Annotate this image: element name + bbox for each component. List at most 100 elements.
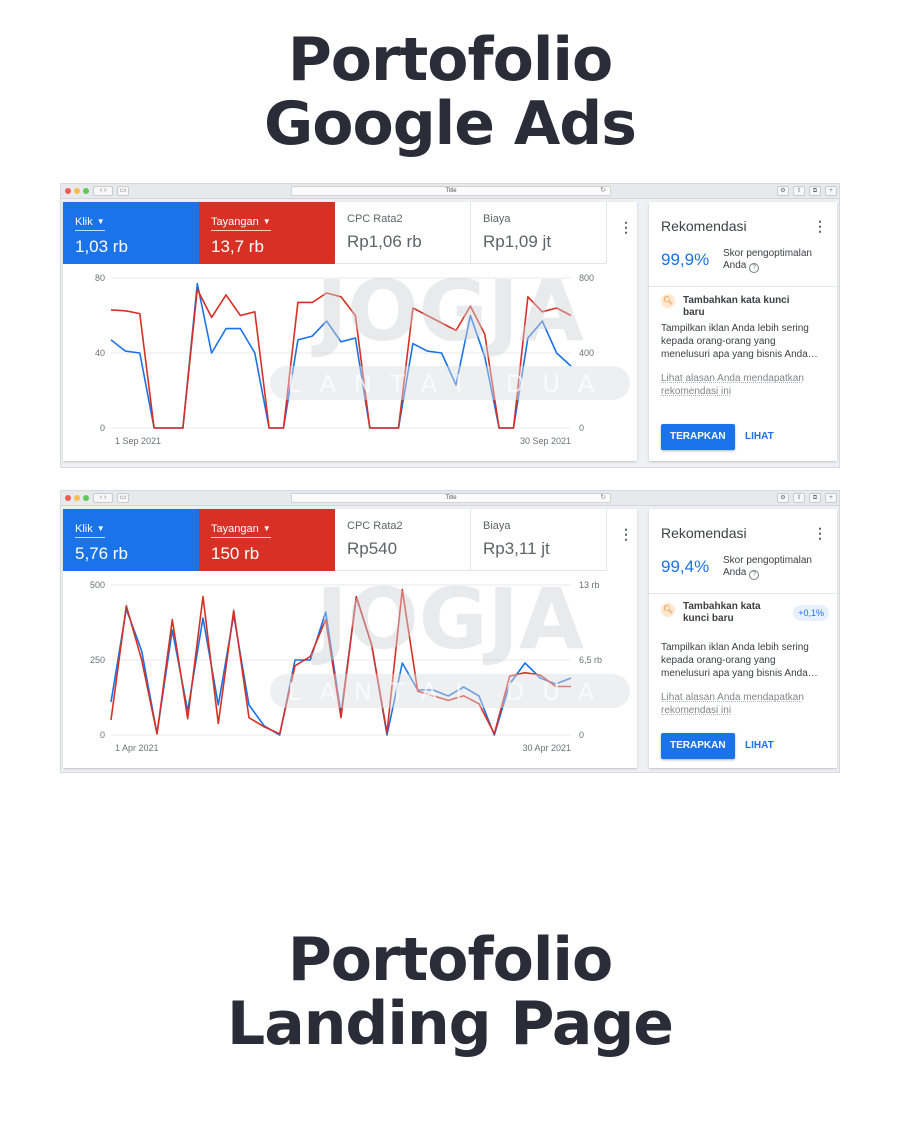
chevron-down-icon: ▼ <box>96 217 105 226</box>
metric-cost[interactable]: Biaya Rp3,11 jt <box>471 509 607 571</box>
metric-label: Klik <box>75 216 93 228</box>
metric-label: CPC Rata2 <box>347 213 403 225</box>
watermark-title: JOGJA <box>311 262 584 360</box>
metric-label: Biaya <box>483 213 511 225</box>
metric-value: 5,76 rb <box>75 544 128 563</box>
score-label: Skor pengoptimalan Anda <box>723 555 812 578</box>
metric-label: Biaya <box>483 520 511 532</box>
y-tick-left: 80 <box>95 273 105 283</box>
chevron-down-icon: ▼ <box>262 217 271 226</box>
close-dot-icon[interactable] <box>65 188 71 194</box>
view-button[interactable]: LIHAT <box>745 424 774 450</box>
more-options-icon[interactable]: ⋮ <box>813 218 827 235</box>
y-tick-left: 250 <box>90 655 105 665</box>
tabs-icon[interactable]: ⧉ <box>809 186 821 196</box>
metric-label: Klik <box>75 523 93 535</box>
share-icon[interactable]: ⇧ <box>793 493 805 503</box>
heading-line-2: Landing Page <box>227 989 674 1059</box>
suggestion-title: Tambahkan kata kunci baru <box>683 601 761 624</box>
watermark-subtitle: LANTAI DUA <box>288 678 613 706</box>
sidebar-toggle-icon[interactable]: ▭ <box>117 493 129 503</box>
metric-label: Tayangan <box>211 523 259 535</box>
reco-title: Rekomendasi <box>661 218 747 234</box>
y-tick-left: 40 <box>95 348 105 358</box>
suggestion-title: Tambahkan kata kunci baru <box>683 295 790 318</box>
share-icon[interactable]: ⇧ <box>793 186 805 196</box>
metric-value: Rp1,09 jt <box>483 232 552 251</box>
metric-label: CPC Rata2 <box>347 520 403 532</box>
watermark-subtitle: LANTAI DUA <box>288 370 613 398</box>
recommendation-card: Rekomendasi ⋮ 99,4% Skor pengoptimalan A… <box>649 509 837 768</box>
help-icon[interactable]: ? <box>749 263 760 273</box>
settings-icon[interactable]: ⚙ <box>777 186 789 196</box>
score-gain-badge: +0,1% <box>793 605 829 621</box>
new-tab-icon[interactable]: + <box>825 493 837 503</box>
y-tick-left: 0 <box>100 730 105 740</box>
metric-cost[interactable]: Biaya Rp1,09 jt <box>471 202 607 264</box>
apply-button[interactable]: TERAPKAN <box>661 424 735 450</box>
maximize-dot-icon[interactable] <box>83 188 89 194</box>
suggestion-description: Tampilkan iklan Anda lebih sering kepada… <box>661 642 818 679</box>
minimize-dot-icon[interactable] <box>74 495 80 501</box>
watermark-logo: JOGJA LANTAI DUA <box>270 570 630 708</box>
chevron-down-icon: ▼ <box>262 524 271 533</box>
x-tick-start: 1 Sep 2021 <box>115 436 161 446</box>
view-button[interactable]: LIHAT <box>745 733 774 759</box>
search-icon: 🔍︎ <box>661 603 675 617</box>
metric-clicks[interactable]: Klik ▼ 1,03 rb <box>63 202 199 264</box>
y-tick-right: 0 <box>579 730 584 740</box>
watermark-logo: JOGJA LANTAI DUA <box>270 262 630 400</box>
reload-icon[interactable]: ↻ <box>600 187 606 195</box>
minimize-dot-icon[interactable] <box>74 188 80 194</box>
x-tick-end: 30 Sep 2021 <box>520 436 571 446</box>
metric-value: 1,03 rb <box>75 237 128 256</box>
metric-avg-cpc[interactable]: CPC Rata2 Rp1,06 rb <box>335 202 471 264</box>
recommendation-card: Rekomendasi ⋮ 99,9% Skor pengoptimalan A… <box>649 202 837 461</box>
heading-google-ads: Portofolio Google Ads <box>0 28 900 156</box>
more-options-icon[interactable]: ⋮ <box>813 525 827 542</box>
back-forward-icon[interactable]: ‹ › <box>93 186 113 196</box>
tabs-icon[interactable]: ⧉ <box>809 493 821 503</box>
y-tick-left: 0 <box>100 423 105 433</box>
metric-impressions[interactable]: Tayangan ▼ 13,7 rb <box>199 202 335 264</box>
address-bar[interactable]: Title ↻ <box>291 186 611 196</box>
address-bar[interactable]: Title ↻ <box>291 493 611 503</box>
why-link[interactable]: Lihat alasan Anda mendapatkan rekomendas… <box>661 691 827 717</box>
reload-icon[interactable]: ↻ <box>600 494 606 502</box>
metric-label: Tayangan <box>211 216 259 228</box>
optimization-score: 99,4% <box>661 557 710 576</box>
more-options-icon[interactable]: ⋮ <box>619 527 633 541</box>
heading-line-2: Google Ads <box>264 89 637 159</box>
chevron-down-icon: ▼ <box>96 524 105 533</box>
close-dot-icon[interactable] <box>65 495 71 501</box>
heading-line-1: Portofolio <box>287 925 613 995</box>
metric-value: Rp3,11 jt <box>483 539 550 558</box>
metric-value: Rp540 <box>347 539 398 558</box>
new-tab-icon[interactable]: + <box>825 186 837 196</box>
watermark-title: JOGJA <box>311 570 584 668</box>
page-title: Title <box>445 495 457 501</box>
metric-impressions[interactable]: Tayangan ▼ 150 rb <box>199 509 335 571</box>
why-link[interactable]: Lihat alasan Anda mendapatkan rekomendas… <box>661 372 827 398</box>
heading-landing-page: Portofolio Landing Page <box>0 928 900 1056</box>
suggestion-description: Tampilkan iklan Anda lebih sering kepada… <box>661 323 818 360</box>
metric-clicks[interactable]: Klik ▼ 5,76 rb <box>63 509 199 571</box>
score-label: Skor pengoptimalan Anda <box>723 248 812 271</box>
metric-value: 150 rb <box>211 544 260 563</box>
y-tick-right: 0 <box>579 423 584 433</box>
search-icon: 🔍︎ <box>661 294 675 308</box>
settings-icon[interactable]: ⚙ <box>777 493 789 503</box>
apply-button[interactable]: TERAPKAN <box>661 733 735 759</box>
divider <box>649 593 837 594</box>
heading-line-1: Portofolio <box>287 25 613 95</box>
divider <box>649 286 837 287</box>
x-tick-start: 1 Apr 2021 <box>115 743 159 753</box>
maximize-dot-icon[interactable] <box>83 495 89 501</box>
metric-value: 13,7 rb <box>211 237 264 256</box>
back-forward-icon[interactable]: ‹ › <box>93 493 113 503</box>
help-icon[interactable]: ? <box>749 570 760 580</box>
y-tick-left: 500 <box>90 580 105 590</box>
more-options-icon[interactable]: ⋮ <box>619 220 633 234</box>
metric-avg-cpc[interactable]: CPC Rata2 Rp540 <box>335 509 471 571</box>
sidebar-toggle-icon[interactable]: ▭ <box>117 186 129 196</box>
